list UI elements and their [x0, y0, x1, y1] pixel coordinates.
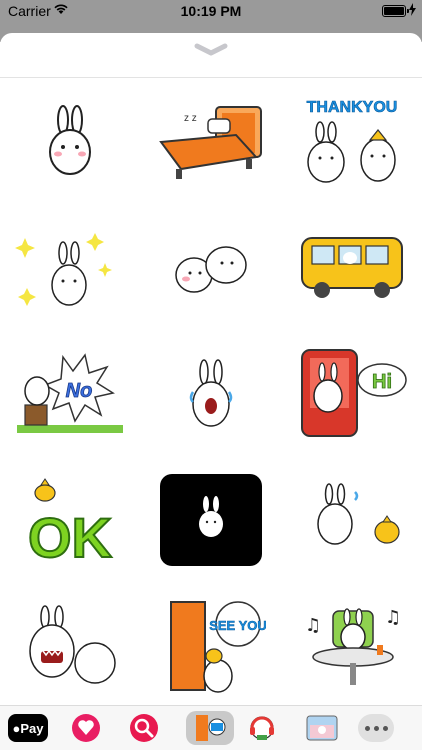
- apple-pay-button[interactable]: ● Pay: [8, 711, 48, 745]
- music-sticker-app-icon: [250, 716, 274, 740]
- sticker-bunny-sleeping-in-bed[interactable]: z z: [141, 79, 281, 205]
- digital-touch-icon: [72, 714, 100, 742]
- battery-fill: [384, 7, 404, 15]
- sticker-bunny-on-black[interactable]: [141, 457, 281, 583]
- image-search-icon: [130, 714, 158, 742]
- photo-sticker-app-button[interactable]: [300, 711, 344, 745]
- music-sticker-app-button[interactable]: [242, 711, 282, 745]
- sticker-bunny-door-see-you[interactable]: SEE YOU: [141, 583, 281, 705]
- thankyou-text: THANKYOU: [307, 99, 398, 116]
- sticker-bunny-standing[interactable]: [0, 79, 140, 205]
- image-search-button[interactable]: [124, 711, 164, 745]
- more-dot: [364, 725, 370, 731]
- sleep-zz-text: z z: [184, 113, 197, 124]
- digital-touch-button[interactable]: [66, 711, 106, 745]
- sticker-bunny-in-chair-hi[interactable]: Hi: [282, 331, 422, 457]
- sticker-app-icon: [196, 715, 226, 741]
- charging-bolt-icon: [409, 3, 416, 16]
- sticker-bunny-hugging-blob[interactable]: [141, 205, 281, 331]
- hi-text: Hi: [372, 371, 392, 393]
- app-drawer: ● Pay: [0, 705, 422, 750]
- music-note-icon: ♫: [385, 607, 401, 628]
- status-time: 10:19 PM: [180, 3, 242, 19]
- ok-text: OK: [28, 506, 112, 565]
- photo-sticker-app-icon: [306, 715, 338, 741]
- sticker-bunny-cafe-music[interactable]: ♫ ♫: [282, 583, 422, 705]
- apple-logo-icon: ●: [12, 720, 21, 736]
- sticker-bunny-sparkles[interactable]: [0, 205, 140, 331]
- apple-pay-label: Pay: [20, 720, 44, 736]
- battery-icon: [382, 5, 409, 17]
- chevron-down-icon[interactable]: [191, 41, 231, 59]
- no-text: No: [66, 380, 93, 402]
- status-bar: Carrier 10:19 PM: [0, 0, 422, 22]
- more-apps-icon: [358, 714, 394, 742]
- see-you-text: SEE YOU: [209, 618, 266, 633]
- sticker-bunny-crying[interactable]: [141, 331, 281, 457]
- sticker-bunny-and-chick-thankyou[interactable]: THANKYOU: [282, 79, 422, 205]
- sheet-divider: [0, 77, 422, 78]
- sticker-sheet: z z THANKYOU No Hi OK SEE YOU ♫ ♫: [0, 33, 422, 705]
- more-dot: [382, 725, 388, 731]
- sticker-bunny-no-tree-stump[interactable]: No: [0, 331, 140, 457]
- sticker-bunny-angry-blob[interactable]: [0, 583, 140, 705]
- sticker-bunny-in-bus[interactable]: [282, 205, 422, 331]
- more-dot: [373, 725, 379, 731]
- music-note-icon: ♫: [305, 615, 321, 636]
- sticker-app-button[interactable]: [186, 711, 234, 745]
- sticker-chick-on-ok[interactable]: OK: [0, 457, 140, 583]
- sticker-bunny-running-chick[interactable]: [282, 457, 422, 583]
- apple-pay-icon: ● Pay: [8, 714, 48, 742]
- more-apps-button[interactable]: [356, 711, 396, 745]
